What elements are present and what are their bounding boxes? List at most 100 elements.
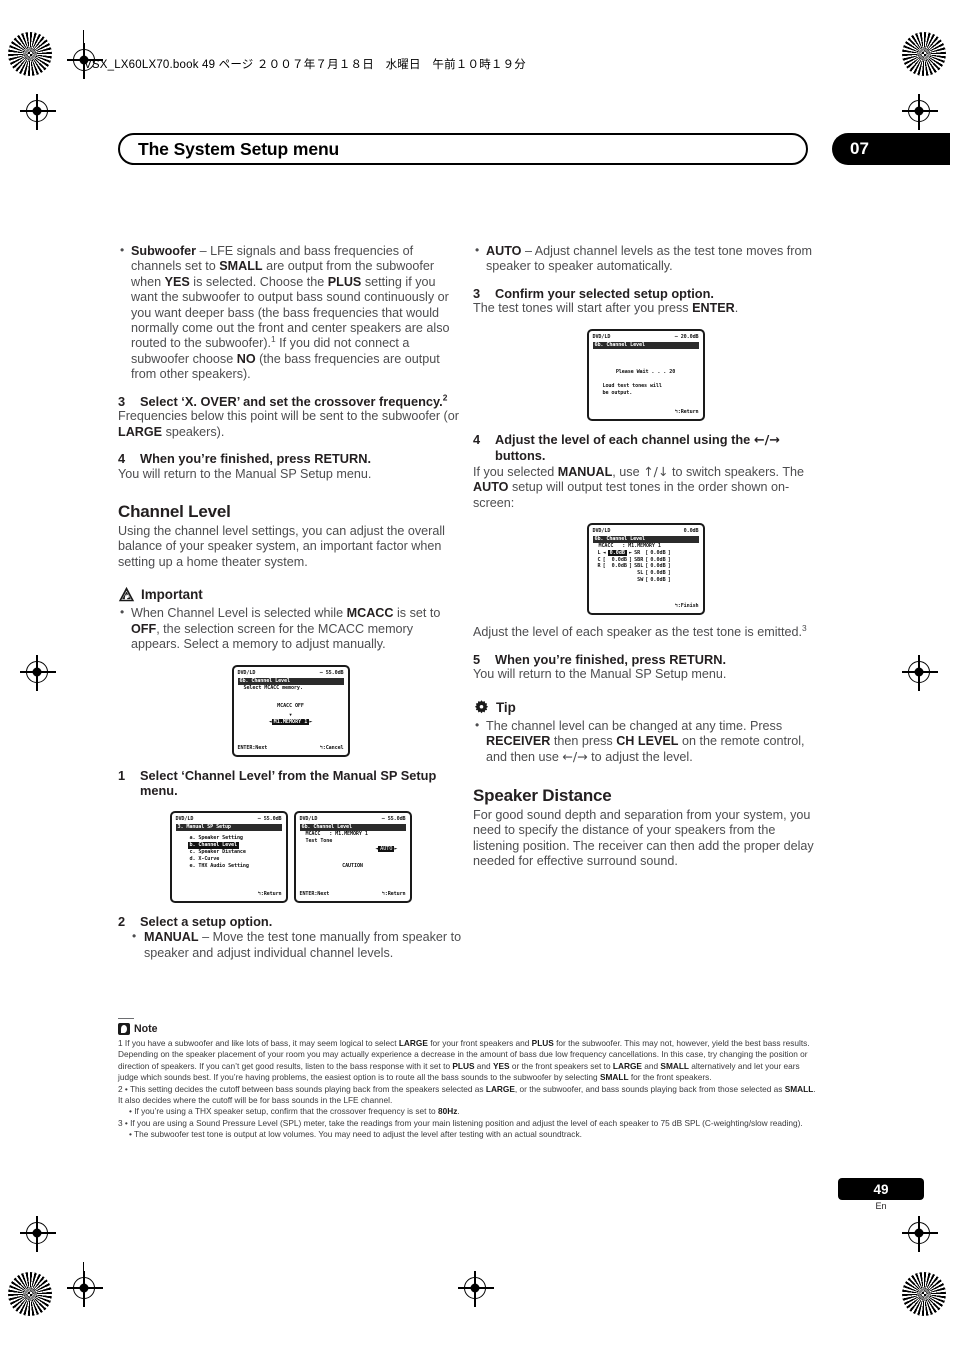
osd-source: DVD/LD [175, 815, 194, 822]
text: is selected. Choose the [189, 274, 328, 289]
term-manual: MANUAL [557, 465, 613, 479]
term-auto: AUTO [486, 244, 522, 258]
table-row: SL [ 0.0dB ] [597, 570, 672, 577]
bracket-close: ] [667, 550, 671, 557]
osd-menu-item-selected[interactable]: b. Channel Level [187, 841, 239, 849]
tip-bullet: The channel level can be changed at any … [473, 718, 818, 766]
channel-label: SL [637, 570, 644, 576]
gear-icon [474, 699, 489, 713]
bracket-close: ] [667, 563, 671, 570]
registration-mark-bottom-center [458, 1271, 494, 1307]
osd-screen-channel-levels: DVD/LD 0.0dB 6b. Channel Level MCACC : M… [586, 523, 705, 616]
channel-value: 0.0dB [611, 563, 627, 570]
important-bullet: When Channel Level is selected while MCA… [118, 605, 463, 652]
osd-titlebar: 6b. Channel Level [592, 341, 699, 349]
text: to adjust the level. [587, 750, 693, 765]
osd-level: 0.0dB [683, 528, 699, 535]
footnote-ref-3: 3 [802, 623, 807, 634]
channel-level-body: Using the channel level settings, you ca… [118, 524, 445, 569]
term-small: SMALL [660, 1060, 689, 1071]
step-title: Select a setup option. [140, 913, 273, 929]
text: If you selected [473, 465, 558, 479]
channel-value-selected[interactable]: 0.0dB [607, 550, 627, 557]
osd-menu-item[interactable]: d. X-Curve [176, 856, 282, 863]
osd-topline: DVD/LD – 20.0dB [593, 334, 699, 341]
step-title: Select ‘Channel Level’ from the Manual S… [140, 767, 437, 799]
term-large: LARGE [485, 1083, 515, 1094]
left-arrow-icon: ◄ [602, 550, 606, 557]
footnote-ref-2: 2 [442, 392, 448, 403]
step-number: 4 [118, 451, 126, 467]
corner-rosette-top-right [902, 32, 946, 76]
text: – Adjust channel levels as the test tone… [486, 244, 812, 274]
osd-screen-mcacc-memory: DVD/LD – 55.0dB 6b. Channel Level Select… [231, 664, 350, 757]
step-4-right: 4 Adjust the level of each channel using … [473, 432, 818, 464]
term-ch-level: CH LEVEL [616, 734, 679, 749]
osd-wait-line: Please Wait . . . 20 [615, 368, 676, 375]
bullet-auto: AUTO – Adjust channel levels as the test… [473, 243, 818, 275]
osd-level: – 55.0dB [319, 669, 344, 676]
step-3-left-body: Frequencies below this point will be sen… [118, 409, 463, 440]
corner-rosette-top-left [8, 32, 52, 76]
osd-test-tone-selector[interactable]: ◄ AUTO ► [300, 845, 406, 853]
registration-mark-right-middle [902, 655, 938, 691]
step-4-left: 4 When you’re finished, press RETURN. [118, 451, 463, 467]
left-right-arrow-icon: ←/→ [562, 749, 588, 765]
osd-menu-item[interactable]: c. Speaker Distance [176, 849, 282, 856]
page-language: En [875, 1201, 887, 1211]
step-5-right: 5 When you’re finished, press RETURN. [473, 652, 818, 668]
osd-foot-return: ↰:Return [257, 890, 282, 897]
bullet-manual: MANUAL – Move the test tone manually fro… [118, 929, 463, 961]
osd-test-tone-value: AUTO [378, 845, 395, 852]
term-subwoofer: Subwoofer [131, 244, 197, 258]
left-column: Subwoofer – LFE signals and bass frequen… [118, 243, 463, 961]
after-osd-text: Adjust the level of each speaker as the … [473, 623, 818, 640]
channel-label: SW [637, 576, 644, 583]
step-3-right-body: The test tones will start after you pres… [473, 301, 818, 316]
registration-mark-left-middle [20, 655, 56, 691]
step-number: 2 [118, 913, 126, 929]
text: , the selection screen for the MCACC mem… [131, 621, 414, 652]
osd-foot-cancel: ↰:Cancel [319, 744, 344, 751]
term-small: SMALL [599, 1072, 629, 1083]
step-title: When you’re finished, press RETURN. [140, 451, 372, 467]
osd-channel-level-table: L ◄ 0.0dB ► SR [ 0.0dB ] C [ 0.0dB ] SBR… [597, 550, 672, 583]
osd-foot-enter: ENTER:Next [237, 744, 268, 751]
term-large: LARGE [118, 424, 163, 439]
text: setup will output test tones in the orde… [473, 480, 790, 510]
text: Adjust the level of each speaker as the … [473, 625, 803, 640]
footnote-3: 3 • If you are using a Sound Pressure Le… [118, 1117, 803, 1128]
channel-label: SR [634, 550, 641, 557]
osd-mcacc-off: MCACC OFF [277, 702, 304, 709]
osd-subtitle: Select MCACC memory. [243, 684, 303, 691]
osd-menu-item[interactable]: a. Speaker Setting [176, 835, 282, 842]
corner-rosette-bottom-left [8, 1272, 52, 1316]
osd-source: DVD/LD [299, 815, 318, 822]
page-title: The System Setup menu [138, 138, 340, 159]
osd-source: DVD/LD [237, 669, 256, 676]
registration-mark-left-upper [20, 94, 56, 130]
text: is set to [393, 606, 441, 621]
osd-footer: ↰:Return [593, 409, 699, 416]
term-large: LARGE [612, 1060, 642, 1071]
term-plus: PLUS [452, 1060, 475, 1071]
osd-foot-finish: ↰:Finish [674, 603, 699, 610]
osd-titlebar: 6b. Channel Level [592, 536, 699, 544]
important-callout-header: Important [118, 586, 463, 603]
speaker-distance-body: For good sound depth and separation from… [473, 807, 814, 869]
step-title: Adjust the level of each channel using t… [495, 431, 754, 447]
bracket-close: ] [667, 576, 671, 583]
footnote-2: 2 • This setting decides the cutoff betw… [118, 1084, 818, 1107]
tip-label: Tip [496, 699, 516, 715]
osd-screen-please-wait: DVD/LD – 20.0dB 6b. Channel Level Please… [586, 328, 705, 421]
osd-titlebar: 6b. Channel Level [237, 677, 344, 685]
step-5-right-body: You will return to the Manual SP Setup m… [473, 667, 727, 682]
step-title: When you’re finished, press RETURN. [495, 651, 727, 667]
osd-source: DVD/LD [592, 528, 611, 535]
text: The test tones will start after you pres… [473, 301, 693, 316]
osd-level: – 20.0dB [674, 333, 699, 340]
footnote-3-sub: • The subwoofer test tone is output at l… [129, 1129, 582, 1140]
osd-menu-item[interactable]: e. THX Audio Setting [176, 863, 282, 870]
osd-screen-test-tone-select: DVD/LD – 55.0dB 6b. Channel Level MCACC … [293, 810, 412, 903]
term-yes: YES [164, 274, 190, 289]
